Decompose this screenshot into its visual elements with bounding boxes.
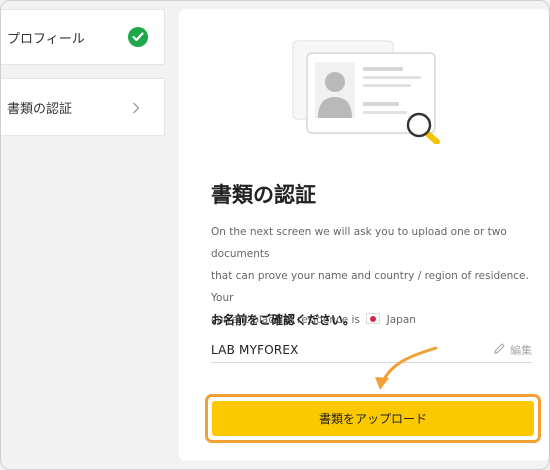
- sidebar-item-label: プロフィール: [7, 31, 85, 47]
- sidebar-item-profile[interactable]: プロフィール: [1, 9, 165, 65]
- chevron-right-icon: [132, 99, 140, 118]
- sidebar-item-document-verification[interactable]: 書類の認証: [1, 78, 165, 136]
- upload-documents-button[interactable]: 書類をアップロード: [212, 401, 534, 436]
- curved-arrow-icon: [191, 344, 451, 398]
- residence-country: Japan: [386, 314, 416, 326]
- app-frame: プロフィール 書類の認証 書類の認証 On the next screen we…: [0, 0, 550, 470]
- pencil-icon: [493, 342, 506, 358]
- id-card-illustration: [291, 39, 451, 148]
- edit-label: 編集: [510, 344, 532, 357]
- description-line: On the next screen we will ask you to up…: [211, 226, 507, 260]
- check-icon: [128, 27, 148, 47]
- japan-flag-icon: [366, 313, 381, 324]
- edit-name-button[interactable]: 編集: [493, 342, 532, 358]
- sidebar-item-label: 書類の認証: [7, 101, 73, 117]
- description-line: that can prove your name and country / r…: [211, 270, 529, 304]
- page-title: 書類の認証: [211, 183, 316, 207]
- name-confirm-label: お名前をご確認ください。: [211, 313, 356, 327]
- upload-highlight: 書類をアップロード: [205, 394, 541, 443]
